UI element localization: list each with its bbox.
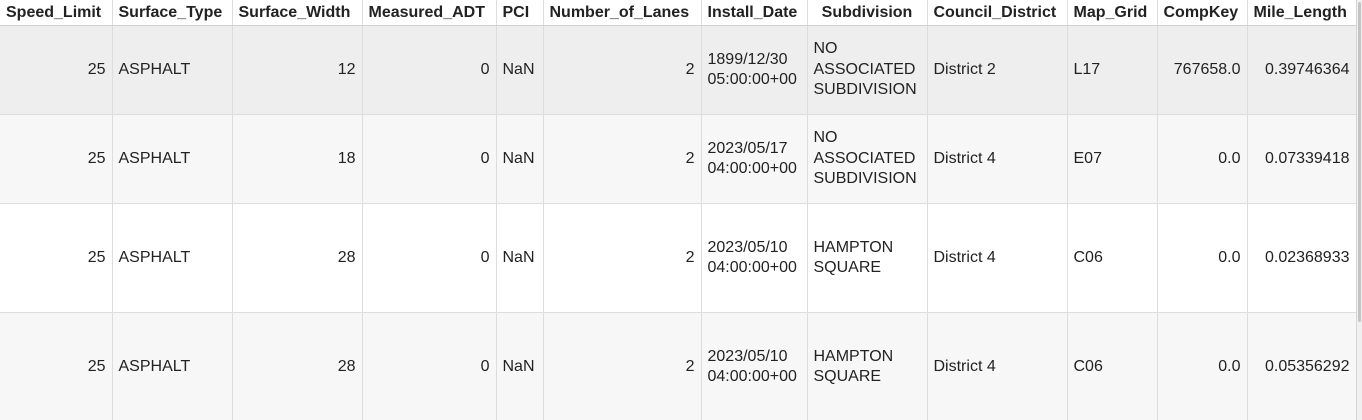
cell-measured-adt: 0	[362, 203, 497, 313]
cell-measured-adt: 0	[362, 25, 497, 115]
cell-number-of-lanes: 2	[543, 114, 702, 204]
column-header-number-of-lanes[interactable]: Number_of_Lanes	[543, 0, 702, 26]
cell-speed-limit: 25	[0, 312, 113, 420]
cell-measured-adt: 0	[362, 114, 497, 204]
cell-council-district: District 4	[927, 203, 1068, 313]
cell-surface-type: ASPHALT	[112, 25, 233, 115]
cell-speed-limit: 25	[0, 203, 113, 313]
cell-surface-type: ASPHALT	[112, 203, 233, 313]
cell-surface-width: 18	[232, 114, 363, 204]
cell-compkey: 0.0	[1157, 312, 1248, 420]
cell-surface-width: 28	[232, 203, 363, 313]
cell-subdivision: NO ASSOCIATED SUBDIVISION	[807, 114, 928, 204]
cell-council-district: District 4	[927, 312, 1068, 420]
cell-compkey: 767658.0	[1157, 25, 1248, 115]
cell-speed-limit: 25	[0, 25, 113, 115]
column-header-pci[interactable]: PCI	[496, 0, 544, 26]
cell-subdivision: HAMPTON SQUARE	[807, 203, 928, 313]
cell-surface-type: ASPHALT	[112, 312, 233, 420]
cell-pci: NaN	[496, 203, 544, 313]
column-header-surface-width[interactable]: Surface_Width	[232, 0, 363, 26]
cell-install-date: 2023/05/10 04:00:00+00	[701, 312, 808, 420]
cell-map-grid: L17	[1067, 25, 1158, 115]
cell-number-of-lanes: 2	[543, 25, 702, 115]
column-header-map-grid[interactable]: Map_Grid	[1067, 0, 1158, 26]
table-row: 25 ASPHALT 28 0 NaN 2 2023/05/10 04:00:0…	[0, 203, 1356, 313]
data-table: Speed_Limit Surface_Type Surface_Width M…	[0, 0, 1356, 420]
header-row: Speed_Limit Surface_Type Surface_Width M…	[0, 0, 1356, 26]
cell-pci: NaN	[496, 312, 544, 420]
cell-mile-length: 0.02368933	[1247, 203, 1356, 313]
scrollbar-thumb[interactable]	[1358, 2, 1361, 322]
cell-install-date: 2023/05/10 04:00:00+00	[701, 203, 808, 313]
column-header-install-date[interactable]: Install_Date	[701, 0, 808, 26]
column-header-mile-length[interactable]: Mile_Length	[1247, 0, 1356, 26]
cell-surface-width: 12	[232, 25, 363, 115]
cell-map-grid: C06	[1067, 203, 1158, 313]
cell-install-date: 1899/12/30 05:00:00+00	[701, 25, 808, 115]
column-header-surface-type[interactable]: Surface_Type	[112, 0, 233, 26]
cell-install-date: 2023/05/17 04:00:00+00	[701, 114, 808, 204]
cell-measured-adt: 0	[362, 312, 497, 420]
cell-surface-type: ASPHALT	[112, 114, 233, 204]
column-header-compkey[interactable]: CompKey	[1157, 0, 1248, 26]
table-row: 25 ASPHALT 28 0 NaN 2 2023/05/10 04:00:0…	[0, 312, 1356, 420]
cell-subdivision: HAMPTON SQUARE	[807, 312, 928, 420]
cell-mile-length: 0.07339418	[1247, 114, 1356, 204]
data-table-container: Speed_Limit Surface_Type Surface_Width M…	[0, 0, 1356, 420]
table-row: 25 ASPHALT 18 0 NaN 2 2023/05/17 04:00:0…	[0, 114, 1356, 204]
cell-compkey: 0.0	[1157, 203, 1248, 313]
cell-mile-length: 0.05356292	[1247, 312, 1356, 420]
cell-mile-length: 0.39746364	[1247, 25, 1356, 115]
cell-subdivision: NO ASSOCIATED SUBDIVISION	[807, 25, 928, 115]
cell-map-grid: E07	[1067, 114, 1158, 204]
cell-map-grid: C06	[1067, 312, 1158, 420]
cell-pci: NaN	[496, 114, 544, 204]
cell-council-district: District 4	[927, 114, 1068, 204]
cell-council-district: District 2	[927, 25, 1068, 115]
cell-surface-width: 28	[232, 312, 363, 420]
column-header-subdivision[interactable]: Subdivision	[807, 0, 928, 26]
cell-pci: NaN	[496, 25, 544, 115]
table-row: 25 ASPHALT 12 0 NaN 2 1899/12/30 05:00:0…	[0, 25, 1356, 115]
cell-speed-limit: 25	[0, 114, 113, 204]
column-header-speed-limit[interactable]: Speed_Limit	[0, 0, 113, 26]
cell-compkey: 0.0	[1157, 114, 1248, 204]
cell-number-of-lanes: 2	[543, 203, 702, 313]
column-header-council-district[interactable]: Council_District	[927, 0, 1068, 26]
column-header-measured-adt[interactable]: Measured_ADT	[362, 0, 497, 26]
vertical-scrollbar[interactable]	[1356, 0, 1362, 420]
cell-number-of-lanes: 2	[543, 312, 702, 420]
